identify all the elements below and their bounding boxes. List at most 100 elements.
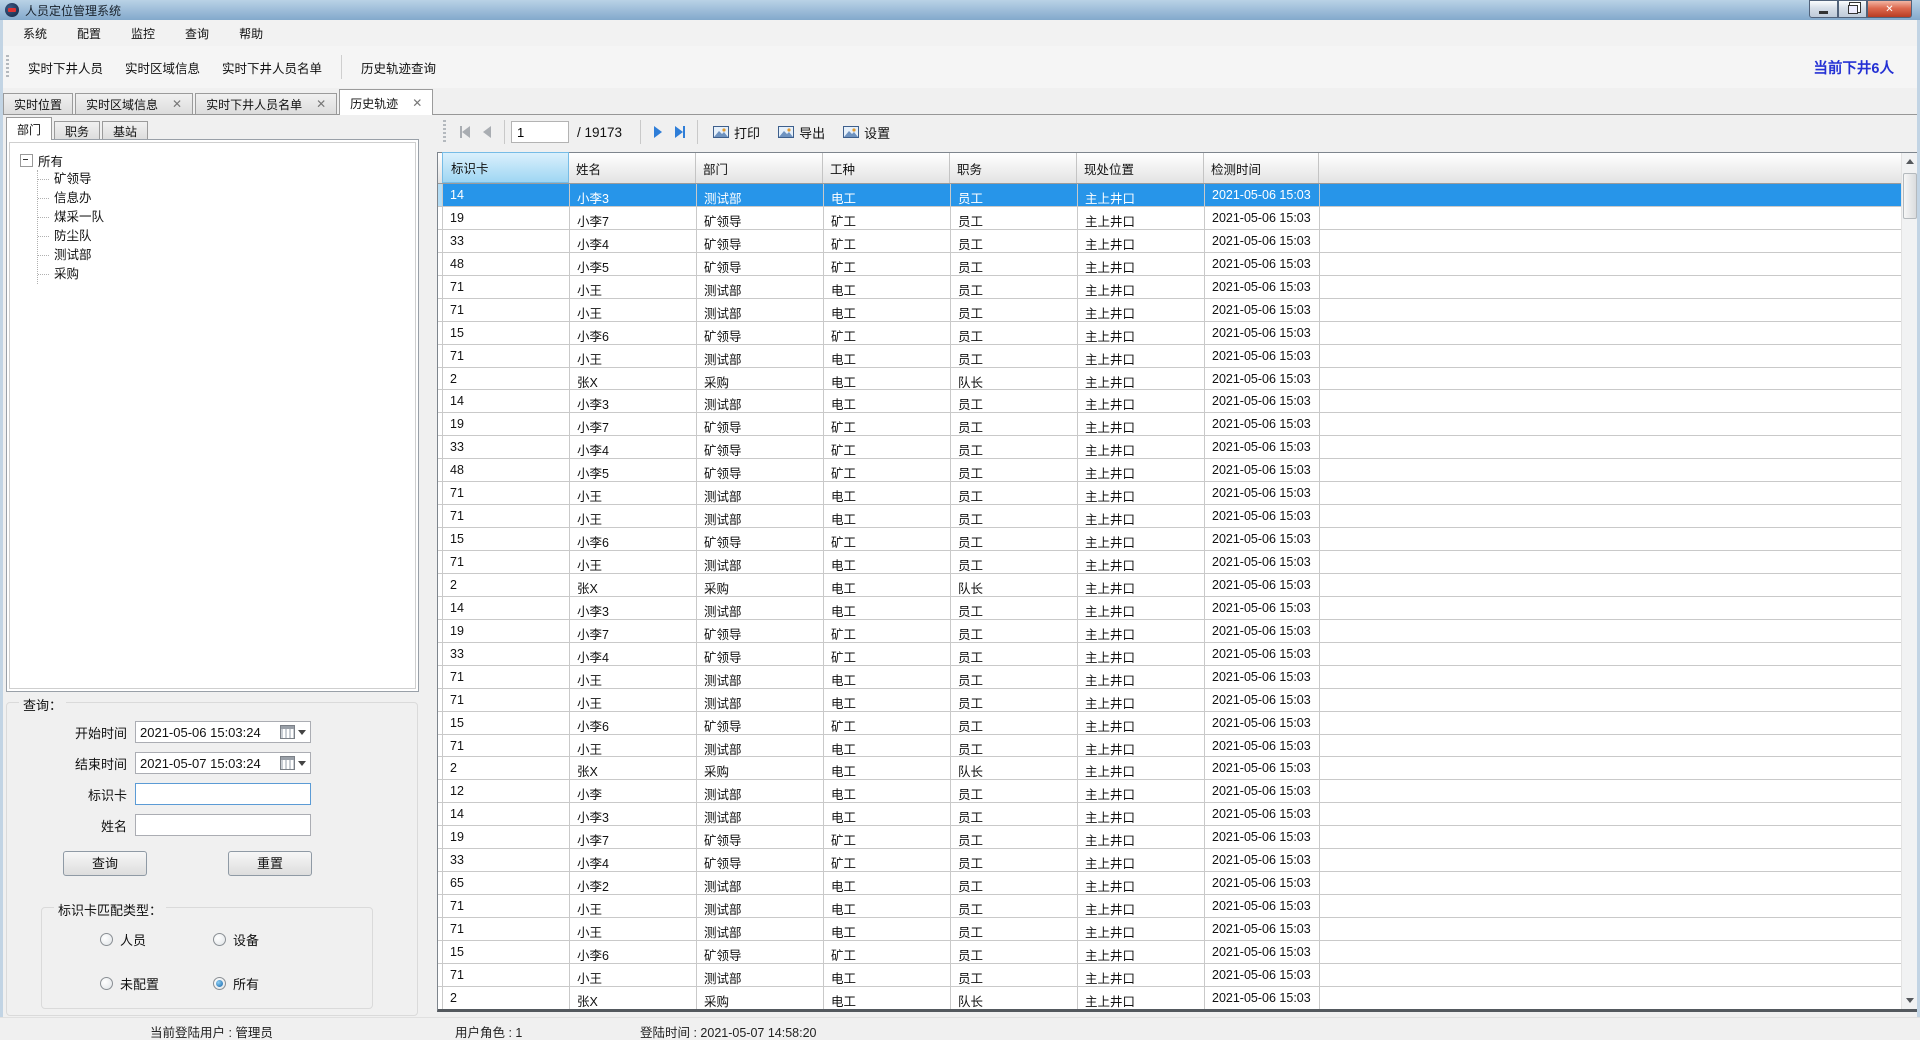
export-button[interactable]: 导出: [769, 120, 834, 145]
tab-underground-list[interactable]: 实时下井人员名单 ✕: [195, 93, 337, 114]
table-row[interactable]: 33小李4矿领导矿工员工主上井口2021-05-06 15:03: [438, 436, 1901, 459]
scroll-down-button[interactable]: [1902, 992, 1918, 1009]
search-button[interactable]: 查询: [63, 851, 147, 876]
column-header-current-location[interactable]: 现处位置: [1077, 153, 1204, 183]
prev-page-button[interactable]: [476, 121, 498, 143]
vertical-scrollbar[interactable]: [1901, 153, 1918, 1009]
table-row[interactable]: 2张X采购电工队长主上井口2021-05-06 15:03: [438, 987, 1901, 1009]
calendar-icon[interactable]: [280, 725, 295, 739]
tree-node-info-office[interactable]: 信息办: [38, 189, 415, 208]
column-header-name[interactable]: 姓名: [569, 153, 696, 183]
settings-button[interactable]: 设置: [834, 120, 899, 145]
collapse-icon[interactable]: [20, 154, 33, 167]
tab-station[interactable]: 基站: [102, 121, 148, 140]
start-time-picker[interactable]: 2021-05-06 15:03:24: [135, 721, 311, 743]
menu-item-monitor[interactable]: 监控: [116, 21, 170, 46]
toolbar-realtime-area[interactable]: 实时区域信息: [114, 52, 211, 83]
tree-node-test-dept[interactable]: 测试部: [38, 246, 415, 265]
table-row[interactable]: 48小李5矿领导矿工员工主上井口2021-05-06 15:03: [438, 253, 1901, 276]
table-row[interactable]: 12小李测试部电工员工主上井口2021-05-06 15:03: [438, 780, 1901, 803]
reset-button[interactable]: 重置: [228, 851, 312, 876]
tree-node-dust-team[interactable]: 防尘队: [38, 227, 415, 246]
table-row[interactable]: 71小王测试部电工员工主上井口2021-05-06 15:03: [438, 345, 1901, 368]
match-option-0[interactable]: 人员: [100, 930, 146, 949]
tree-node-purchase[interactable]: 采购: [38, 265, 415, 284]
column-header-detect-time[interactable]: 检测时间: [1204, 153, 1319, 183]
table-row[interactable]: 33小李4矿领导矿工员工主上井口2021-05-06 15:03: [438, 230, 1901, 253]
table-row[interactable]: 19小李7矿领导矿工员工主上井口2021-05-06 15:03: [438, 413, 1901, 436]
table-row[interactable]: 71小王测试部电工员工主上井口2021-05-06 15:03: [438, 505, 1901, 528]
end-time-picker[interactable]: 2021-05-07 15:03:24: [135, 752, 311, 774]
chevron-down-icon[interactable]: [298, 730, 306, 735]
table-row[interactable]: 15小李6矿领导矿工员工主上井口2021-05-06 15:03: [438, 528, 1901, 551]
table-row[interactable]: 71小王测试部电工员工主上井口2021-05-06 15:03: [438, 735, 1901, 758]
table-row[interactable]: 71小王测试部电工员工主上井口2021-05-06 15:03: [438, 551, 1901, 574]
radio-icon[interactable]: [213, 977, 226, 990]
tree-node-mine-leader[interactable]: 矿领导: [38, 170, 415, 189]
column-header-department[interactable]: 部门: [696, 153, 823, 183]
table-row[interactable]: 14小李3测试部电工员工主上井口2021-05-06 15:03: [438, 597, 1901, 620]
table-row[interactable]: 14小李3测试部电工员工主上井口2021-05-06 15:03: [438, 803, 1901, 826]
table-row[interactable]: 15小李6矿领导矿工员工主上井口2021-05-06 15:03: [438, 322, 1901, 345]
menu-item-help[interactable]: 帮助: [224, 21, 278, 46]
chevron-down-icon[interactable]: [298, 761, 306, 766]
close-button[interactable]: ✕: [1867, 0, 1912, 18]
card-id-input[interactable]: [140, 787, 306, 802]
tab-history-track[interactable]: 历史轨迹 ✕: [339, 89, 433, 115]
tree-node-all[interactable]: 所有: [20, 151, 415, 170]
radio-icon[interactable]: [100, 933, 113, 946]
restore-button[interactable]: [1838, 0, 1867, 18]
tab-realtime-area-info[interactable]: 实时区域信息 ✕: [75, 93, 193, 114]
table-row[interactable]: 2张X采购电工队长主上井口2021-05-06 15:03: [438, 368, 1901, 391]
table-row[interactable]: 48小李5矿领导矿工员工主上井口2021-05-06 15:03: [438, 459, 1901, 482]
table-row[interactable]: 71小王测试部电工员工主上井口2021-05-06 15:03: [438, 895, 1901, 918]
match-option-1[interactable]: 设备: [213, 930, 259, 949]
table-row[interactable]: 15小李6矿领导矿工员工主上井口2021-05-06 15:03: [438, 941, 1901, 964]
table-row[interactable]: 2张X采购电工队长主上井口2021-05-06 15:03: [438, 574, 1901, 597]
page-number-input[interactable]: [511, 121, 569, 143]
toolbar-underground-list[interactable]: 实时下井人员名单: [211, 52, 333, 83]
menu-item-query[interactable]: 查询: [170, 21, 224, 46]
tab-close-icon[interactable]: ✕: [316, 98, 326, 110]
menu-item-system[interactable]: 系统: [8, 21, 62, 46]
table-row[interactable]: 71小王测试部电工员工主上井口2021-05-06 15:03: [438, 276, 1901, 299]
table-row[interactable]: 65小李2测试部电工员工主上井口2021-05-06 15:03: [438, 872, 1901, 895]
last-page-button[interactable]: [669, 121, 691, 143]
match-option-2[interactable]: 未配置: [100, 974, 159, 993]
tree-node-coal-team1[interactable]: 煤采一队: [38, 208, 415, 227]
table-row[interactable]: 71小王测试部电工员工主上井口2021-05-06 15:03: [438, 482, 1901, 505]
table-row[interactable]: 19小李7矿领导矿工员工主上井口2021-05-06 15:03: [438, 207, 1901, 230]
minimize-button[interactable]: [1809, 0, 1838, 18]
column-header-job-type[interactable]: 工种: [823, 153, 950, 183]
table-row[interactable]: 71小王测试部电工员工主上井口2021-05-06 15:03: [438, 689, 1901, 712]
table-row[interactable]: 71小王测试部电工员工主上井口2021-05-06 15:03: [438, 666, 1901, 689]
tab-department[interactable]: 部门: [6, 117, 52, 140]
toolbar-history-track-query[interactable]: 历史轨迹查询: [350, 52, 447, 83]
column-header-position[interactable]: 职务: [950, 153, 1077, 183]
table-row[interactable]: 14小李3测试部电工员工主上井口2021-05-06 15:03: [438, 184, 1901, 207]
next-page-button[interactable]: [647, 121, 669, 143]
table-row[interactable]: 15小李6矿领导矿工员工主上井口2021-05-06 15:03: [438, 712, 1901, 735]
table-row[interactable]: 71小王测试部电工员工主上井口2021-05-06 15:03: [438, 964, 1901, 987]
tab-realtime-position[interactable]: 实时位置: [3, 93, 73, 114]
tab-position[interactable]: 职务: [54, 121, 100, 140]
table-row[interactable]: 19小李7矿领导矿工员工主上井口2021-05-06 15:03: [438, 826, 1901, 849]
calendar-icon[interactable]: [280, 756, 295, 770]
table-row[interactable]: 71小王测试部电工员工主上井口2021-05-06 15:03: [438, 918, 1901, 941]
toolbar-realtime-underground[interactable]: 实时下井人员: [17, 52, 114, 83]
table-row[interactable]: 14小李3测试部电工员工主上井口2021-05-06 15:03: [438, 390, 1901, 413]
radio-icon[interactable]: [100, 977, 113, 990]
table-row[interactable]: 71小王测试部电工员工主上井口2021-05-06 15:03: [438, 299, 1901, 322]
tab-close-icon[interactable]: ✕: [172, 98, 182, 110]
column-header-card-id[interactable]: 标识卡: [442, 152, 569, 183]
menu-item-config[interactable]: 配置: [62, 21, 116, 46]
table-row[interactable]: 33小李4矿领导矿工员工主上井口2021-05-06 15:03: [438, 643, 1901, 666]
table-row[interactable]: 2张X采购电工队长主上井口2021-05-06 15:03: [438, 757, 1901, 780]
name-input[interactable]: [140, 818, 306, 833]
scrollbar-thumb[interactable]: [1903, 173, 1917, 219]
table-row[interactable]: 19小李7矿领导矿工员工主上井口2021-05-06 15:03: [438, 620, 1901, 643]
print-button[interactable]: 打印: [704, 120, 769, 145]
first-page-button[interactable]: [454, 121, 476, 143]
radio-icon[interactable]: [213, 933, 226, 946]
match-option-3[interactable]: 所有: [213, 974, 259, 993]
